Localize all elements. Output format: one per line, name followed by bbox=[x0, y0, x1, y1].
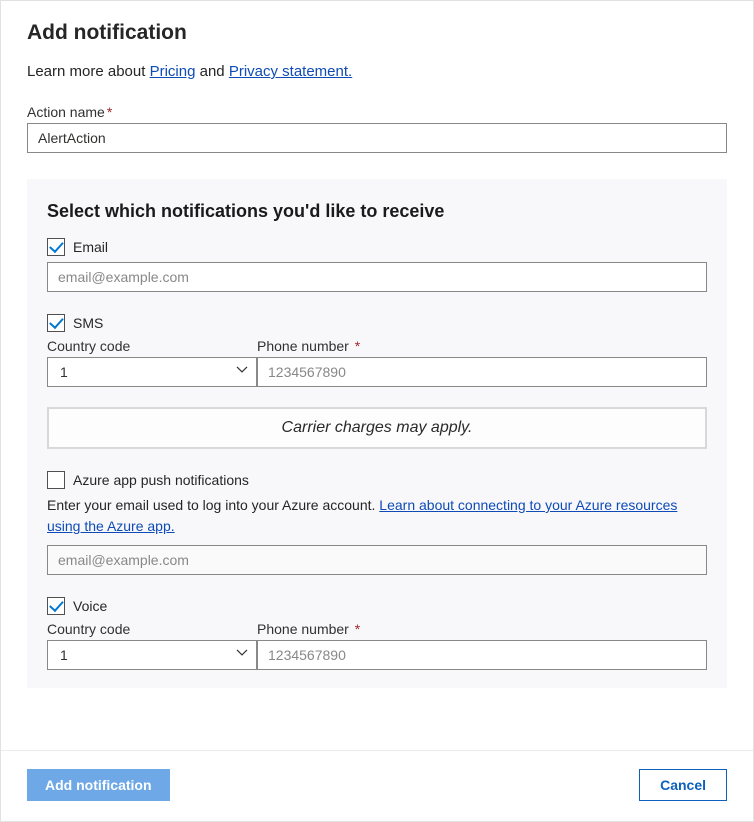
required-indicator: * bbox=[351, 338, 360, 354]
page-title: Add notification bbox=[27, 21, 727, 45]
learn-more-prefix: Learn more about bbox=[27, 63, 150, 80]
azure-app-helper-text: Enter your email used to log into your A… bbox=[47, 497, 379, 513]
sms-checkbox-row: SMS bbox=[47, 314, 707, 332]
azure-app-checkbox[interactable] bbox=[47, 471, 65, 489]
panel-title: Select which notifications you'd like to… bbox=[47, 201, 707, 222]
add-notification-button[interactable]: Add notification bbox=[27, 769, 170, 801]
azure-app-email-input bbox=[47, 545, 707, 575]
privacy-statement-link[interactable]: Privacy statement. bbox=[229, 63, 352, 80]
carrier-notice-banner: Carrier charges may apply. bbox=[47, 407, 707, 449]
action-name-field: Action name* bbox=[27, 104, 727, 153]
email-checkbox-row: Email bbox=[47, 238, 707, 256]
sms-checkbox-label: SMS bbox=[73, 315, 103, 331]
sms-country-label: Country code bbox=[47, 338, 130, 354]
learn-more-text: Learn more about Pricing and Privacy sta… bbox=[27, 63, 727, 80]
voice-country-select[interactable]: 1 bbox=[47, 640, 257, 670]
voice-checkbox-row: Voice bbox=[47, 597, 707, 615]
voice-country-label: Country code bbox=[47, 621, 130, 637]
email-checkbox[interactable] bbox=[47, 238, 65, 256]
learn-more-and: and bbox=[200, 63, 229, 80]
sms-phone-label-text: Phone number bbox=[257, 338, 349, 354]
required-indicator: * bbox=[107, 104, 112, 120]
email-checkbox-label: Email bbox=[73, 239, 108, 255]
action-name-label-text: Action name bbox=[27, 104, 105, 120]
pricing-link[interactable]: Pricing bbox=[150, 63, 196, 80]
footer-bar: Add notification Cancel bbox=[1, 750, 753, 821]
required-indicator: * bbox=[351, 621, 360, 637]
action-name-label: Action name* bbox=[27, 104, 112, 120]
sms-phone-label: Phone number * bbox=[257, 338, 360, 354]
cancel-button[interactable]: Cancel bbox=[639, 769, 727, 801]
azure-app-checkbox-row: Azure app push notifications bbox=[47, 471, 707, 489]
sms-phone-input[interactable] bbox=[257, 357, 707, 387]
voice-phone-input[interactable] bbox=[257, 640, 707, 670]
email-input[interactable] bbox=[47, 262, 707, 292]
azure-app-checkbox-label: Azure app push notifications bbox=[73, 472, 249, 488]
sms-country-select[interactable]: 1 bbox=[47, 357, 257, 387]
azure-app-helper: Enter your email used to log into your A… bbox=[47, 495, 707, 537]
voice-checkbox[interactable] bbox=[47, 597, 65, 615]
voice-checkbox-label: Voice bbox=[73, 598, 107, 614]
action-name-input[interactable] bbox=[27, 123, 727, 153]
notifications-panel: Select which notifications you'd like to… bbox=[27, 179, 727, 688]
voice-phone-label: Phone number * bbox=[257, 621, 360, 637]
voice-phone-label-text: Phone number bbox=[257, 621, 349, 637]
sms-checkbox[interactable] bbox=[47, 314, 65, 332]
